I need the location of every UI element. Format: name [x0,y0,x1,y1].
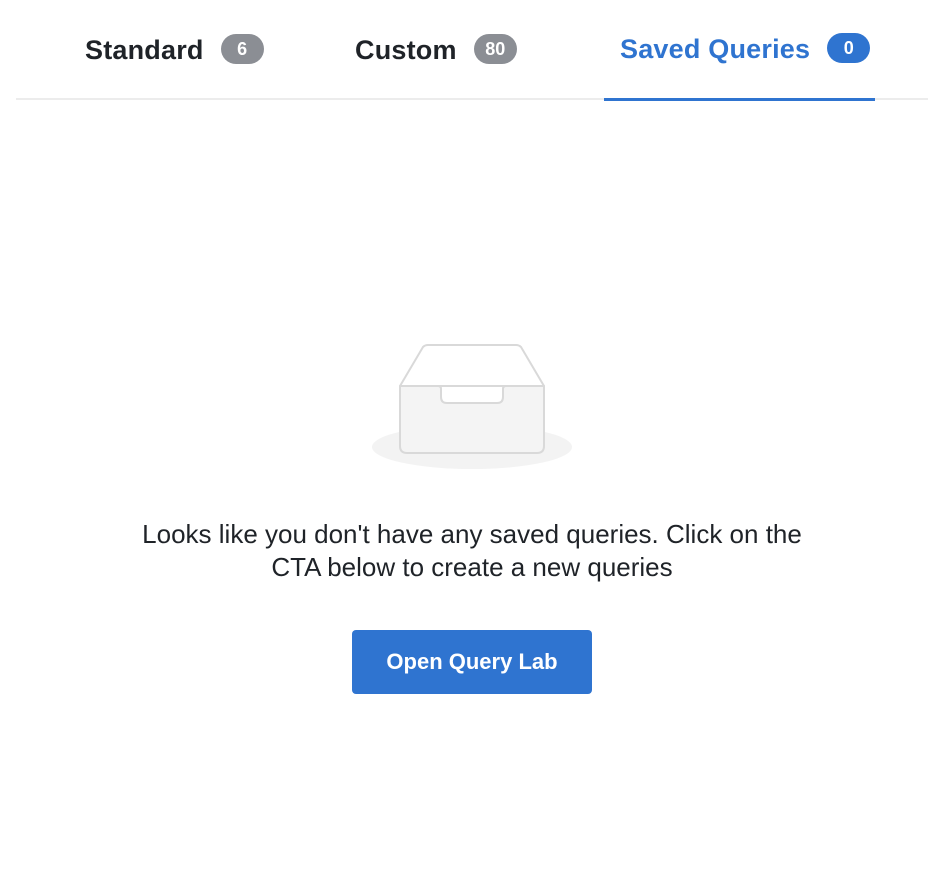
empty-inbox-tray-icon [371,343,573,471]
open-query-lab-button[interactable]: Open Query Lab [352,630,592,694]
tab-custom[interactable]: Custom 80 [355,0,555,100]
tab-saved-queries[interactable]: Saved Queries 0 [604,0,875,101]
tab-bar: Standard 6 Custom 80 Saved Queries 0 [16,0,928,101]
tab-saved-queries-label: Saved Queries [620,33,811,64]
tab-standard-count-badge: 6 [220,34,264,64]
tray-back [399,344,545,387]
tab-standard[interactable]: Standard 6 [85,0,275,100]
tray-front [399,385,545,454]
tab-saved-queries-count-badge: 0 [827,33,871,63]
tab-custom-count-badge: 80 [473,34,517,64]
tab-standard-label: Standard [85,34,204,65]
empty-state-message: Looks like you don't have any saved quer… [142,519,802,582]
tab-custom-label: Custom [355,34,457,65]
